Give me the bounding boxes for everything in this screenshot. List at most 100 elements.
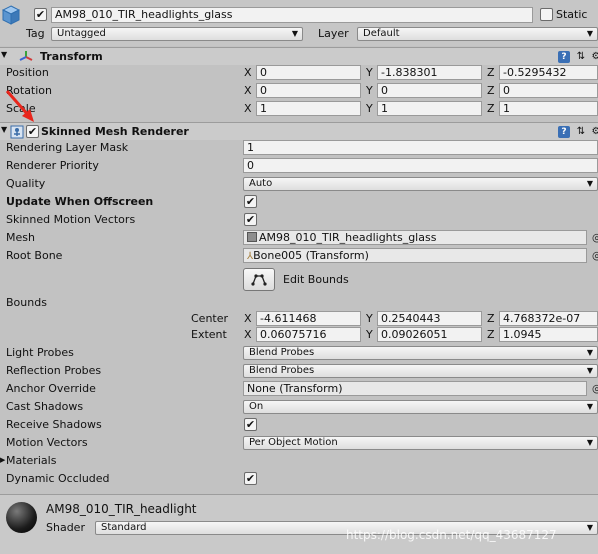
reflection-probes-dropdown[interactable]: Blend Probes ▼	[243, 364, 598, 378]
reflection-probes-value: Blend Probes	[249, 365, 315, 376]
edit-bounds-button[interactable]	[243, 268, 275, 291]
material-name: AM98_010_TIR_headlight	[46, 502, 197, 516]
rendering-layer-mask-field[interactable]: 1	[243, 140, 598, 155]
renderer-title: Skinned Mesh Renderer	[41, 125, 189, 138]
reflection-probes-label: Reflection Probes	[6, 364, 102, 377]
cube-icon	[1, 4, 21, 26]
y-axis-label[interactable]: Y	[366, 84, 373, 98]
bounds-label: Bounds	[6, 296, 47, 309]
preset-icon[interactable]: ⇅	[575, 51, 587, 63]
rotation-y-field[interactable]: 0	[377, 83, 482, 98]
materials-foldout-icon[interactable]: ▶	[0, 456, 5, 464]
scale-z-field[interactable]: 1	[499, 101, 598, 116]
motion-vectors-label: Motion Vectors	[6, 436, 88, 449]
object-header: ✔ AM98_010_TIR_headlights_glass Static T…	[0, 0, 598, 46]
dynamic-occluded-label: Dynamic Occluded	[6, 472, 110, 485]
tag-dropdown[interactable]: Untagged ▼	[51, 27, 303, 41]
extent-y-field[interactable]: 0.09026051	[377, 327, 482, 342]
static-checkbox[interactable]	[540, 8, 553, 21]
object-name-field[interactable]: AM98_010_TIR_headlights_glass	[51, 7, 533, 23]
position-y-field[interactable]: -1.838301	[377, 65, 482, 80]
x-axis-label[interactable]: X	[244, 102, 252, 116]
update-offscreen-checkbox[interactable]: ✔	[244, 195, 257, 208]
x-axis-label[interactable]: X	[244, 312, 252, 326]
motion-vectors-value: Per Object Motion	[249, 437, 338, 448]
chevron-down-icon: ▼	[586, 29, 593, 38]
material-sphere-icon	[6, 502, 37, 533]
mesh-icon	[247, 232, 257, 242]
motion-vectors-dropdown[interactable]: Per Object Motion ▼	[243, 436, 598, 450]
quality-value: Auto	[249, 178, 273, 189]
shader-value: Standard	[101, 522, 147, 533]
anchor-override-field[interactable]: None (Transform)	[243, 381, 587, 396]
chevron-down-icon: ▼	[586, 366, 593, 375]
y-axis-label[interactable]: Y	[366, 328, 373, 342]
position-x-field[interactable]: 0	[256, 65, 361, 80]
rotation-z-field[interactable]: 0	[499, 83, 598, 98]
renderer-enabled-checkbox[interactable]: ✔	[26, 125, 39, 138]
dynamic-occluded-checkbox[interactable]: ✔	[244, 472, 257, 485]
gear-icon[interactable]: ⚙	[590, 51, 598, 63]
renderer-priority-field[interactable]: 0	[243, 158, 598, 173]
mesh-field[interactable]: AM98_010_TIR_headlights_glass	[243, 230, 587, 245]
extent-z-field[interactable]: 1.0945	[499, 327, 598, 342]
mesh-picker-icon[interactable]: ◎	[592, 231, 598, 245]
center-y-field[interactable]: 0.2540443	[377, 311, 482, 326]
root-bone-field[interactable]: ⅄Bone005 (Transform)	[243, 248, 587, 263]
y-axis-label[interactable]: Y	[366, 312, 373, 326]
preset-icon[interactable]: ⇅	[575, 126, 587, 138]
rendering-layer-mask-label: Rendering Layer Mask	[6, 141, 129, 154]
extent-label: Extent	[191, 328, 227, 341]
cast-shadows-label: Cast Shadows	[6, 400, 84, 413]
rotation-x-field[interactable]: 0	[256, 83, 361, 98]
z-axis-label[interactable]: Z	[487, 66, 495, 80]
receive-shadows-label: Receive Shadows	[6, 418, 102, 431]
scale-y-field[interactable]: 1	[377, 101, 482, 116]
root-bone-value: Bone005 (Transform)	[253, 249, 369, 262]
chevron-down-icon: ▼	[291, 29, 298, 38]
edit-bounds-label: Edit Bounds	[283, 273, 349, 286]
watermark-text: https://blog.csdn.net/qq_43687127	[346, 528, 557, 542]
layer-dropdown[interactable]: Default ▼	[357, 27, 598, 41]
help-icon[interactable]: ?	[558, 126, 570, 138]
chevron-down-icon: ▼	[586, 523, 593, 532]
center-z-field[interactable]: 4.768372e-07	[499, 311, 598, 326]
z-axis-label[interactable]: Z	[487, 84, 495, 98]
anchor-override-picker-icon[interactable]: ◎	[592, 382, 598, 396]
skinned-motion-vectors-checkbox[interactable]: ✔	[244, 213, 257, 226]
update-offscreen-label: Update When Offscreen	[6, 195, 154, 208]
cast-shadows-dropdown[interactable]: On ▼	[243, 400, 598, 414]
foldout-arrow-icon[interactable]: ▼	[1, 50, 7, 59]
x-axis-label[interactable]: X	[244, 328, 252, 342]
red-arrow	[4, 88, 36, 124]
active-checkbox[interactable]: ✔	[34, 8, 47, 21]
quality-label: Quality	[6, 177, 46, 190]
transform-header[interactable]: ▼ Transform ? ⇅ ⚙	[0, 47, 598, 65]
z-axis-label[interactable]: Z	[487, 312, 495, 326]
quality-dropdown[interactable]: Auto ▼	[243, 177, 598, 191]
root-bone-picker-icon[interactable]: ◎	[592, 249, 598, 263]
skinned-mesh-renderer-header[interactable]: ▼ ✔ Skinned Mesh Renderer ? ⇅ ⚙	[0, 122, 598, 140]
scale-x-field[interactable]: 1	[256, 101, 361, 116]
position-z-field[interactable]: -0.5295432	[499, 65, 598, 80]
extent-x-field[interactable]: 0.06075716	[256, 327, 361, 342]
shader-label: Shader	[46, 521, 85, 534]
foldout-arrow-icon[interactable]: ▼	[1, 125, 7, 134]
z-axis-label[interactable]: Z	[487, 102, 495, 116]
light-probes-dropdown[interactable]: Blend Probes ▼	[243, 346, 598, 360]
help-icon[interactable]: ?	[558, 51, 570, 63]
receive-shadows-checkbox[interactable]: ✔	[244, 418, 257, 431]
skinned-mesh-icon	[10, 125, 24, 139]
layer-value: Default	[363, 28, 400, 39]
gear-icon[interactable]: ⚙	[590, 126, 598, 138]
materials-label[interactable]: Materials	[6, 454, 56, 468]
y-axis-label[interactable]: Y	[366, 66, 373, 80]
chevron-down-icon: ▼	[586, 438, 593, 447]
x-axis-label[interactable]: X	[244, 66, 252, 80]
z-axis-label[interactable]: Z	[487, 328, 495, 342]
mesh-value: AM98_010_TIR_headlights_glass	[259, 231, 437, 244]
y-axis-label[interactable]: Y	[366, 102, 373, 116]
center-x-field[interactable]: -4.611468	[256, 311, 361, 326]
x-axis-label[interactable]: X	[244, 84, 252, 98]
root-bone-label: Root Bone	[6, 249, 63, 262]
